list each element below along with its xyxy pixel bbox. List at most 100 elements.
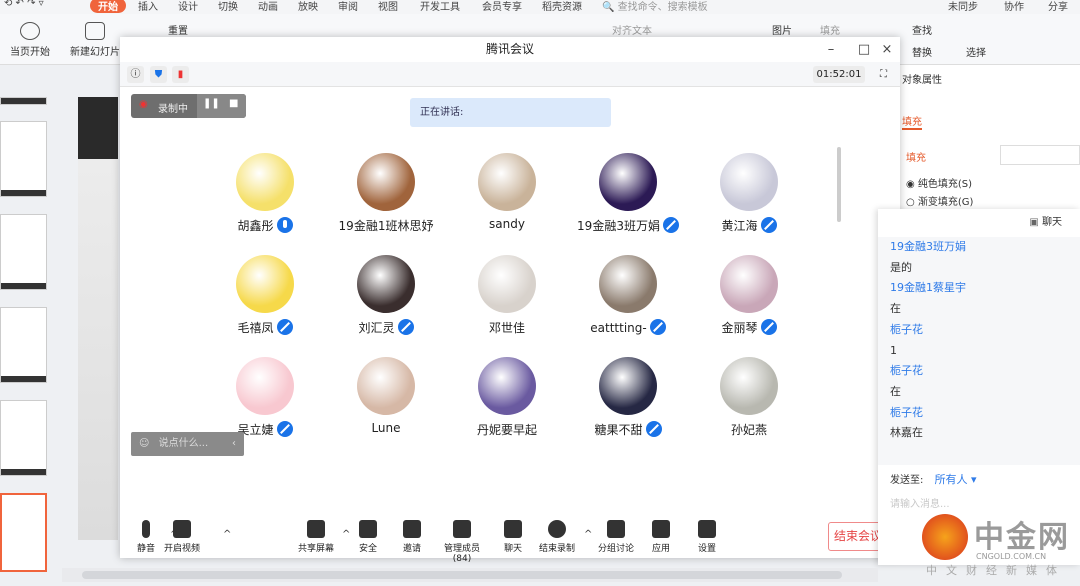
recipient-dropdown[interactable]: 所有人 ▾ bbox=[935, 473, 977, 486]
fill-select[interactable] bbox=[1000, 145, 1080, 165]
fill-button[interactable]: 填充 bbox=[820, 22, 840, 37]
slide-thumbnails[interactable] bbox=[0, 65, 62, 586]
avatar bbox=[720, 255, 778, 313]
participant-tile[interactable]: 刘汇灵 bbox=[326, 255, 446, 336]
participant-tile[interactable]: 孙妃燕 bbox=[689, 357, 809, 438]
align-text-button[interactable]: 对齐文本 bbox=[612, 22, 652, 37]
share-button[interactable]: 分享 bbox=[1048, 0, 1068, 13]
participant-name: sandy bbox=[447, 217, 567, 231]
participant-tile[interactable]: Lune bbox=[326, 357, 446, 435]
grid-scrollbar[interactable] bbox=[837, 147, 841, 222]
find-button[interactable]: 查找 bbox=[912, 22, 932, 37]
props-title[interactable]: 对象属性 bbox=[902, 71, 942, 86]
new-slide-button[interactable]: 新建幻灯片 bbox=[70, 22, 120, 58]
message-input[interactable]: 请输入消息... bbox=[890, 495, 1068, 510]
collab-button[interactable]: 协作 bbox=[1004, 0, 1024, 13]
select-button[interactable]: 选择 bbox=[966, 44, 986, 59]
solid-fill-radio[interactable]: ◉ 纯色填充(S) bbox=[906, 175, 972, 190]
tab-home[interactable]: 开始 bbox=[90, 0, 126, 13]
tab-developer[interactable]: 开发工具 bbox=[420, 0, 460, 13]
options-caret[interactable]: ^ bbox=[342, 529, 350, 540]
tab-design[interactable]: 设计 bbox=[178, 0, 198, 13]
tab-member[interactable]: 会员专享 bbox=[482, 0, 522, 13]
shield-icon[interactable]: ⛊ bbox=[150, 66, 167, 83]
emoji-icon[interactable]: ☺ bbox=[139, 438, 149, 449]
chat-sender[interactable]: 19金融1蔡星宇 bbox=[890, 278, 1080, 299]
tab-docer[interactable]: 稻壳资源 bbox=[542, 0, 582, 13]
tab-slideshow[interactable]: 放映 bbox=[298, 0, 318, 13]
breakout-button[interactable]: 分组讨论 bbox=[591, 520, 641, 554]
chat-sender[interactable]: 栀子花 bbox=[890, 403, 1080, 424]
participant-tile[interactable]: 19金融1班林思妤 bbox=[326, 153, 446, 234]
signal-icon[interactable]: ▮ bbox=[172, 66, 189, 83]
participant-name: 黄江海 bbox=[689, 217, 809, 234]
tab-transition[interactable]: 切换 bbox=[218, 0, 238, 13]
replace-button[interactable]: 替换 bbox=[912, 44, 932, 59]
participant-tile[interactable]: 糖果不甜 bbox=[568, 357, 688, 438]
minimize-button[interactable]: – bbox=[820, 37, 842, 62]
chat-text: 在 bbox=[890, 384, 901, 398]
settings-button[interactable]: 设置 bbox=[682, 520, 732, 554]
tab-review[interactable]: 审阅 bbox=[338, 0, 358, 13]
participant-tile[interactable]: 毛禧凤 bbox=[205, 255, 325, 336]
label: 纯色填充(S) bbox=[917, 179, 973, 190]
reset-button[interactable]: 重置 bbox=[168, 22, 188, 37]
chat-text: 林嘉在 bbox=[890, 426, 923, 440]
tab-fill[interactable]: 填充 bbox=[902, 113, 922, 130]
maximize-button[interactable]: □ bbox=[853, 37, 875, 62]
stop-recording-button[interactable]: ■ bbox=[229, 98, 238, 109]
avatar bbox=[720, 357, 778, 415]
chat-sender[interactable]: 栀子花 bbox=[890, 361, 1080, 382]
name-text: 刘汇灵 bbox=[358, 321, 395, 335]
chat-sender[interactable]: 19金融3班万娟 bbox=[890, 237, 1080, 258]
info-icon[interactable]: ⓘ bbox=[127, 66, 144, 83]
options-caret[interactable]: ^ bbox=[170, 529, 178, 540]
apps-button[interactable]: 应用 bbox=[636, 520, 686, 554]
participant-tile[interactable]: 胡鑫彤 bbox=[205, 153, 325, 234]
slide-thumb[interactable] bbox=[0, 121, 47, 197]
participant-tile[interactable]: 金丽琴 bbox=[689, 255, 809, 336]
share-screen-button[interactable]: 共享屏幕 bbox=[291, 520, 341, 554]
play-from-current-button[interactable]: 当页开始 bbox=[10, 22, 50, 58]
participant-tile[interactable]: 吴立婕 bbox=[205, 357, 325, 438]
tab-animation[interactable]: 动画 bbox=[258, 0, 278, 13]
participant-tile[interactable]: sandy bbox=[447, 153, 567, 231]
participant-tile[interactable]: eatttting- bbox=[568, 255, 688, 335]
chat-bubble-input[interactable]: ☺ 说点什么... ‹ bbox=[131, 432, 244, 456]
pause-recording-button[interactable]: ❚❚ bbox=[203, 98, 220, 109]
slide-thumb[interactable] bbox=[0, 214, 47, 290]
sync-status[interactable]: 未同步 bbox=[948, 0, 978, 13]
slide-thumb[interactable] bbox=[0, 400, 47, 476]
participant-tile[interactable]: 丹妮要早起 bbox=[447, 357, 567, 438]
chat-sender[interactable]: 栀子花 bbox=[890, 320, 1080, 341]
participant-tile[interactable]: 19金融3班万娟 bbox=[568, 153, 688, 234]
slide-canvas[interactable] bbox=[78, 97, 118, 540]
undo-icon[interactable]: ⟲ ↶ ↷ ▿ bbox=[4, 0, 44, 9]
security-button[interactable]: 安全 bbox=[343, 520, 393, 554]
slide-thumb[interactable] bbox=[0, 97, 47, 105]
chat-button[interactable]: 聊天 bbox=[488, 520, 538, 554]
stop-record-button[interactable]: 结束录制 bbox=[532, 520, 582, 554]
video-off-button[interactable]: 开启视频 bbox=[157, 520, 207, 554]
fullscreen-icon[interactable]: ⛶ bbox=[875, 66, 892, 83]
horizontal-scrollbar[interactable] bbox=[62, 568, 878, 582]
tab-insert[interactable]: 插入 bbox=[138, 0, 158, 13]
avatar bbox=[478, 357, 536, 415]
invite-button[interactable]: 邀请 bbox=[387, 520, 437, 554]
options-caret[interactable]: ^ bbox=[584, 529, 592, 540]
participant-tile[interactable]: 黄江海 bbox=[689, 153, 809, 234]
picture-button[interactable]: 图片 bbox=[772, 22, 792, 37]
gradient-fill-radio[interactable]: ○ 渐变填充(G) bbox=[906, 193, 973, 208]
members-button[interactable]: 管理成员(84) bbox=[437, 520, 487, 564]
tab-view[interactable]: 视图 bbox=[378, 0, 398, 13]
command-search[interactable]: 🔍 查找命令、搜索模板 bbox=[602, 0, 708, 13]
name-text: 胡鑫彤 bbox=[237, 219, 274, 233]
slide-thumb[interactable] bbox=[0, 307, 47, 383]
slide-thumb-selected[interactable] bbox=[0, 493, 47, 572]
collapse-icon[interactable]: ‹ bbox=[232, 432, 236, 456]
options-caret[interactable]: ^ bbox=[223, 529, 231, 540]
name-text: Lune bbox=[371, 421, 401, 435]
participant-tile[interactable]: 邓世佳 bbox=[447, 255, 567, 336]
label: 应用 bbox=[651, 544, 670, 554]
close-button[interactable]: × bbox=[876, 37, 898, 62]
